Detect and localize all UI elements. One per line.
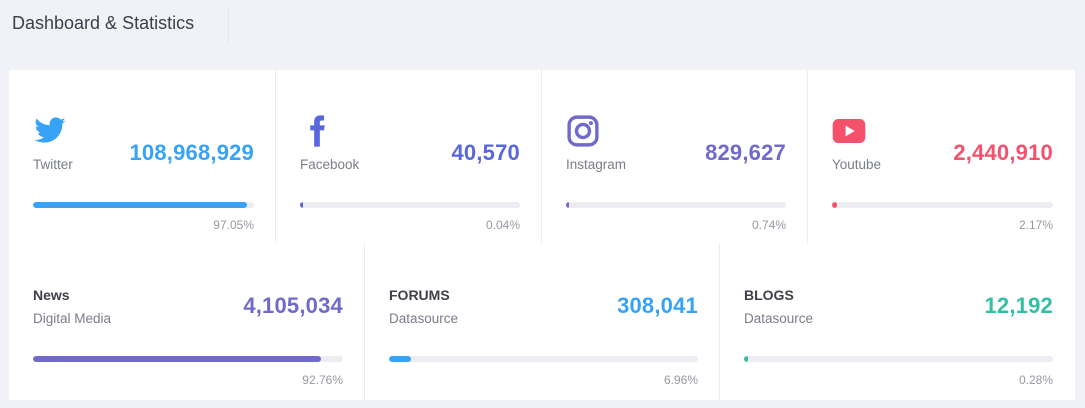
instagram-progress-fill <box>566 202 569 208</box>
facebook-progress-fill <box>300 202 303 208</box>
youtube-icon <box>832 118 866 144</box>
youtube-progress-fill <box>832 202 837 208</box>
blogs-progress-bar <box>744 356 1053 362</box>
news-count: 4,105,034 <box>243 293 343 318</box>
title-divider <box>228 8 229 42</box>
facebook-count: 40,570 <box>451 140 520 165</box>
instagram-label: Instagram <box>566 157 627 172</box>
facebook-icon <box>310 115 325 147</box>
twitter-icon <box>34 117 66 143</box>
page-title: Dashboard & Statistics <box>12 13 195 33</box>
facebook-label: Facebook <box>300 157 360 172</box>
news-percent: 92.76% <box>302 373 343 387</box>
facebook-stat-card: Facebook 40,570 0.04% <box>276 70 542 243</box>
instagram-percent: 0.74% <box>751 218 786 232</box>
blogs-percent: 0.28% <box>1018 373 1053 387</box>
news-progress-bar <box>33 356 343 362</box>
instagram-progress-bar <box>566 202 786 208</box>
youtube-count: 2,440,910 <box>953 140 1053 165</box>
instagram-stat-card: Instagram 829,627 0.74% <box>542 70 808 243</box>
instagram-count: 829,627 <box>705 140 786 165</box>
youtube-label: Youtube <box>832 157 882 172</box>
forums-subtitle: Datasource <box>389 311 459 326</box>
news-stat-card: News Digital Media 4,105,034 92.76% <box>9 243 365 400</box>
twitter-progress-bar <box>33 202 254 208</box>
forums-title: FORUMS <box>389 287 450 303</box>
facebook-progress-bar <box>300 202 520 208</box>
blogs-title: BLOGS <box>744 287 794 303</box>
news-title: News <box>33 287 70 303</box>
forums-stat-card: FORUMS Datasource 308,041 6.96% <box>365 243 720 400</box>
stats-panel: Twitter 108,968,929 97.05% Facebook 40,5… <box>9 70 1075 400</box>
blogs-stat-card: BLOGS Datasource 12,192 0.28% <box>720 243 1075 400</box>
forums-progress-fill <box>389 356 411 362</box>
instagram-icon <box>567 115 599 147</box>
youtube-progress-bar <box>832 202 1053 208</box>
youtube-stat-card: Youtube 2,440,910 2.17% <box>808 70 1075 243</box>
page-header: Dashboard & Statistics <box>0 0 1085 70</box>
twitter-label: Twitter <box>33 157 73 172</box>
twitter-percent: 97.05% <box>213 218 254 232</box>
facebook-percent: 0.04% <box>485 218 520 232</box>
forums-progress-bar <box>389 356 698 362</box>
youtube-percent: 2.17% <box>1018 218 1053 232</box>
blogs-progress-fill <box>744 356 748 362</box>
forums-count: 308,041 <box>617 293 698 318</box>
twitter-stat-card: Twitter 108,968,929 97.05% <box>9 70 276 243</box>
twitter-count: 108,968,929 <box>129 140 254 165</box>
blogs-count: 12,192 <box>984 293 1053 318</box>
twitter-progress-fill <box>33 202 248 208</box>
blogs-subtitle: Datasource <box>744 311 814 326</box>
forums-percent: 6.96% <box>663 373 698 387</box>
news-progress-fill <box>33 356 321 362</box>
news-subtitle: Digital Media <box>33 311 112 326</box>
